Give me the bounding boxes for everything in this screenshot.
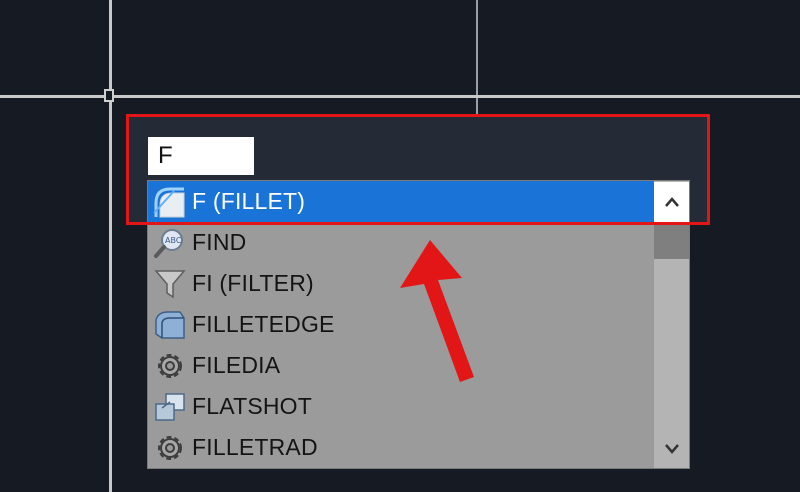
scroll-thumb[interactable] (654, 225, 689, 259)
suggestion-label: FILEDIA (192, 352, 281, 378)
chevron-down-icon (664, 444, 679, 454)
crosshair-pickbox (104, 89, 114, 102)
grid-line (476, 0, 478, 125)
filletedge-icon (148, 304, 192, 345)
gear-icon (148, 427, 192, 468)
suggestion-label: FLATSHOT (192, 393, 313, 419)
scroll-down-button[interactable] (654, 428, 689, 468)
suggestion-label: FI (FILTER) (192, 270, 314, 296)
suggestion-label: FIND (192, 229, 247, 255)
suggestion-item-filletrad[interactable]: FILLETRAD (148, 427, 654, 468)
gear-icon (148, 345, 192, 386)
suggestion-item-flatshot[interactable]: FLATSHOT (148, 386, 654, 427)
filter-funnel-icon (148, 263, 192, 304)
svg-text:ABC: ABC (165, 236, 182, 245)
annotation-arrow-icon (400, 240, 474, 382)
crosshair-vertical-line (109, 0, 112, 492)
suggestion-label: FILLETRAD (192, 434, 318, 460)
annotation-highlight-box (126, 114, 710, 225)
suggestion-label: FILLETEDGE (192, 311, 335, 337)
crosshair-horizontal-line (0, 95, 800, 98)
flatshot-icon (148, 386, 192, 427)
find-text-icon: ABC (148, 222, 192, 263)
